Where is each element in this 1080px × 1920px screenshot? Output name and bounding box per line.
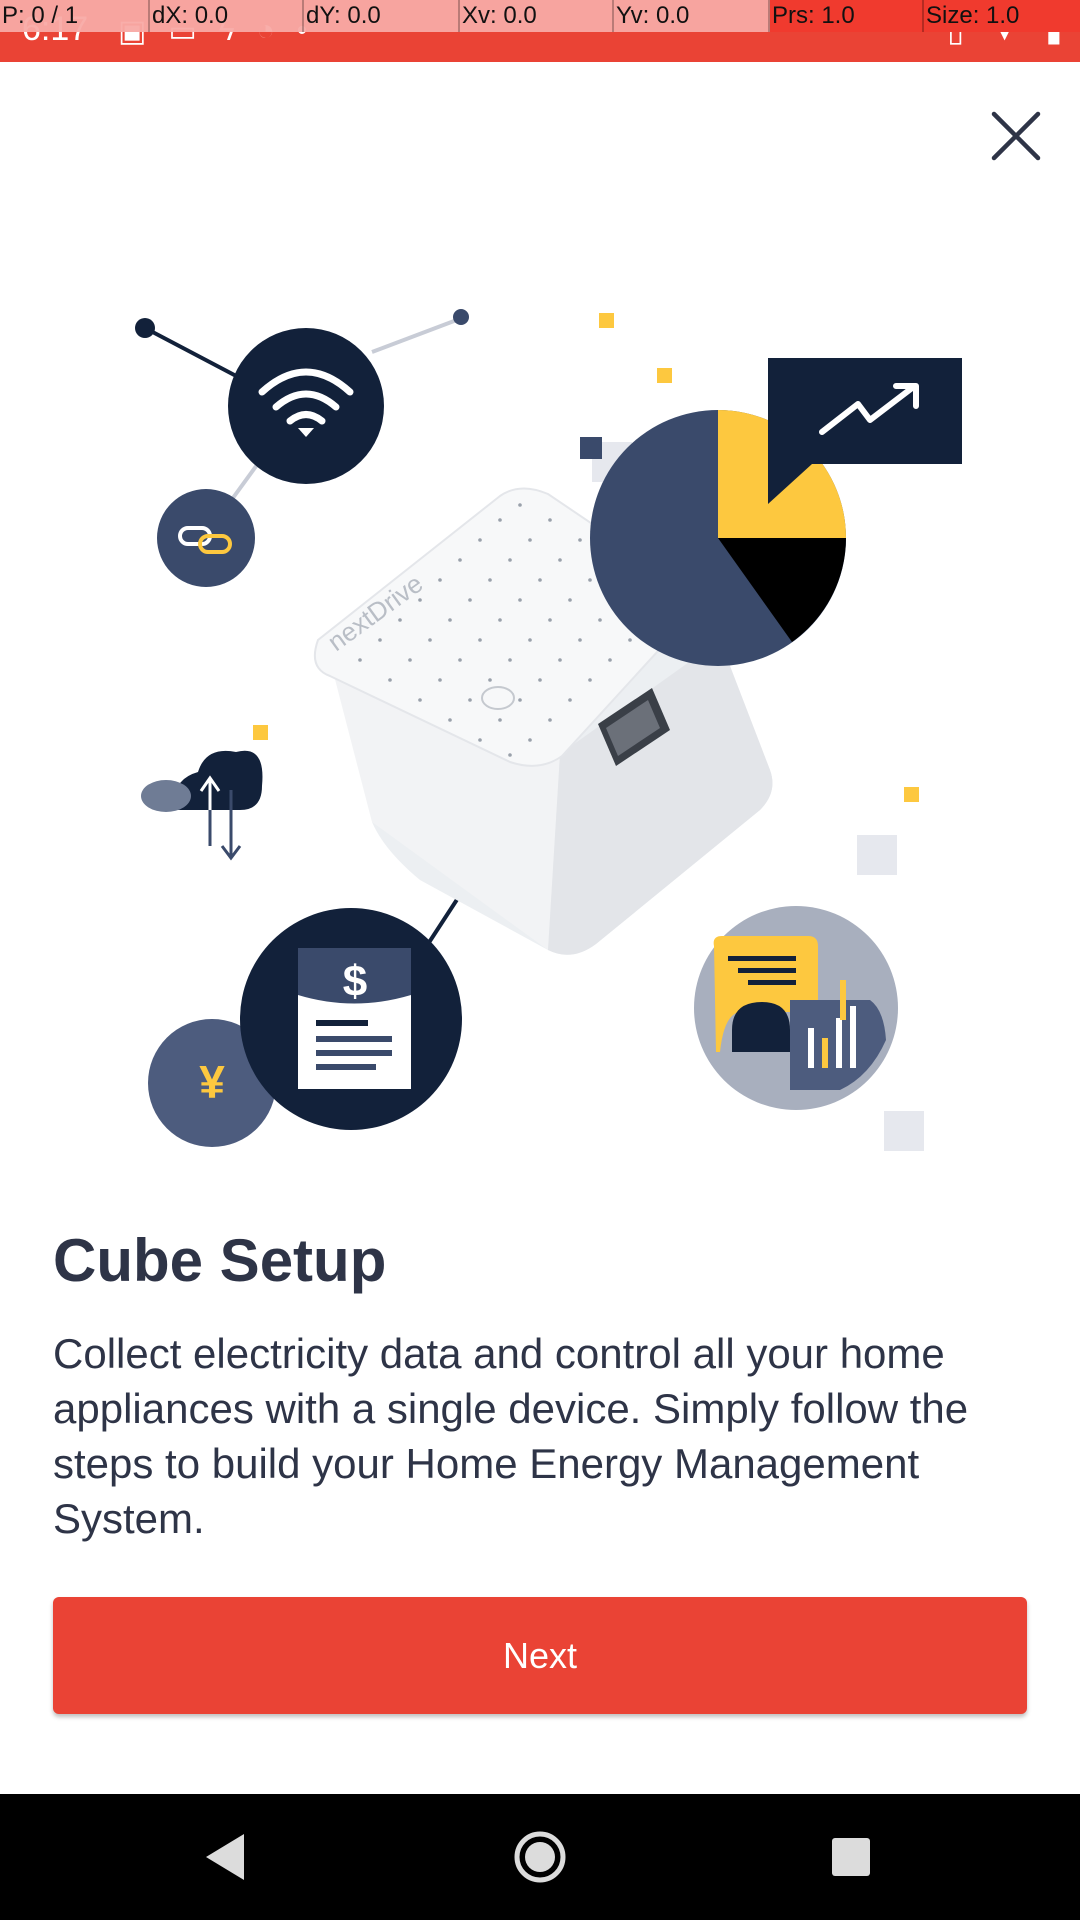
nav-recents-button[interactable] [790,1794,910,1920]
pressure: Prs: 1.0 [770,0,924,32]
back-triangle-icon [206,1834,244,1880]
bill-circle-icon: $ [240,908,462,1130]
delta-y: dY: 0.0 [304,0,460,32]
hero-illustration: nextDrive ¥ $ [0,280,1080,1160]
wifi-circle-icon [228,328,384,484]
home-circle-icon [514,1831,566,1883]
page-description: Collect electricity data and control all… [53,1330,969,1542]
delta-x: dX: 0.0 [150,0,304,32]
navigation-bar [0,1794,1080,1920]
cloud-sync-icon [141,750,263,861]
next-button[interactable]: Next [53,1597,1027,1714]
pointer-location-overlay: P: 0 / 1 dX: 0.0 dY: 0.0 Xv: 0.0 Yv: 0.0… [0,0,1080,32]
nav-home-button[interactable] [480,1794,600,1920]
pointer-count: P: 0 / 1 [0,0,150,32]
node-dot-icon [135,318,155,338]
close-button[interactable] [988,108,1044,164]
nav-back-button[interactable] [166,1794,286,1920]
report-circle-icon [694,906,898,1110]
yen-symbol: ¥ [199,1056,225,1108]
velocity-x: Xv: 0.0 [460,0,614,32]
recents-square-icon [832,1838,870,1876]
dollar-symbol: $ [343,957,367,1006]
link-circle-icon [157,489,255,587]
close-icon [991,111,1041,161]
velocity-y: Yv: 0.0 [614,0,770,32]
page-title: Cube Setup [53,1227,387,1294]
size: Size: 1.0 [924,0,1080,32]
cube-setup-illustration: nextDrive ¥ $ [135,309,962,1151]
node-dot-icon [453,309,469,325]
